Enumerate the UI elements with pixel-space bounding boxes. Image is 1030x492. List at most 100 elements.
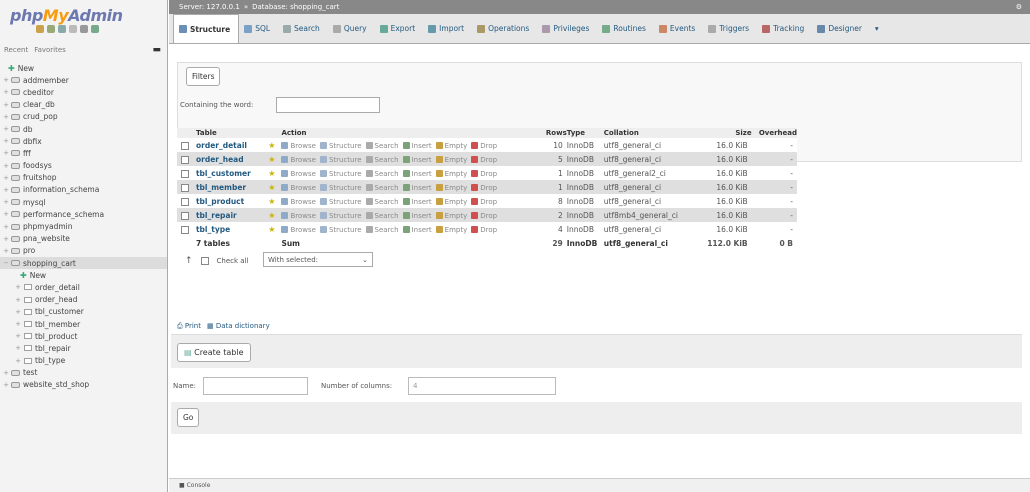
table-name-link[interactable]: order_head [195,152,269,166]
expand-icon[interactable]: + [14,283,22,291]
table-size[interactable]: 16.0 KiB [698,166,752,180]
sidebar-table-item[interactable]: + tbl_product [0,330,167,342]
row-checkbox[interactable] [181,141,189,150]
row-checkbox[interactable] [181,155,189,164]
sidebar-database-item[interactable]: + website_std_shop [0,379,167,391]
check-all-checkbox[interactable] [200,257,209,265]
sidebar-database-item[interactable]: + mysql [0,196,167,208]
sidebar-database-item[interactable]: + db [0,123,167,135]
row-checkbox[interactable] [181,183,189,192]
sidebar-database-item[interactable]: + fff [0,147,167,159]
drop-action[interactable]: Drop [471,226,501,234]
columns-input[interactable]: 4 [408,377,556,395]
search-action[interactable]: Search [365,170,403,178]
sidebar-database-item[interactable]: + crud_pop [0,111,167,123]
star-icon[interactable]: ★ [268,152,282,166]
tab-privileges[interactable]: Privileges [537,14,597,43]
sidebar-table-item[interactable]: + tbl_customer [0,306,167,318]
phpmyadmin-logo[interactable]: phpMyAdmin [0,0,167,25]
structure-action[interactable]: Structure [319,170,366,178]
expand-icon[interactable]: + [2,174,10,182]
data-dictionary-link[interactable]: ▦ Data dictionary [207,322,270,331]
expand-icon[interactable]: + [2,88,10,96]
structure-action[interactable]: Structure [319,212,366,220]
row-checkbox[interactable] [181,197,189,206]
settings-icon[interactable] [80,25,88,33]
sidebar-database-item[interactable]: + phpmyadmin [0,220,167,232]
expand-icon[interactable]: + [2,137,10,145]
empty-action[interactable]: Empty [435,156,472,164]
table-name-link[interactable]: order_detail [195,138,269,152]
table-name-link[interactable]: tbl_repair [195,208,269,222]
docs-icon[interactable] [69,25,77,33]
recent-tab[interactable]: Recent [4,46,28,54]
column-header-rows[interactable]: Rows [542,128,567,138]
database-breadcrumb[interactable]: Database: shopping_cart [252,3,339,11]
sidebar-database-item[interactable]: + addmember [0,74,167,86]
sidebar-database-item[interactable]: + fruitshop [0,172,167,184]
search-action[interactable]: Search [365,184,403,192]
drop-action[interactable]: Drop [471,198,501,206]
sidebar-database-item[interactable]: + pro [0,245,167,257]
table-size[interactable]: 16.0 KiB [698,152,752,166]
column-header-type[interactable]: Type [566,128,604,138]
expand-icon[interactable]: + [2,162,10,170]
browse-action[interactable]: Browse [281,156,320,164]
browse-action[interactable]: Browse [281,170,320,178]
tab-events[interactable]: Events [654,14,703,43]
search-action[interactable]: Search [365,226,403,234]
expand-icon[interactable]: + [2,235,10,243]
tab-operations[interactable]: Operations [472,14,537,43]
sidebar-database-item[interactable]: + cbeditor [0,86,167,98]
expand-icon[interactable]: + [2,210,10,218]
tab-search[interactable]: Search [278,14,328,43]
table-size[interactable]: 16.0 KiB [698,180,752,194]
favorites-tab[interactable]: Favorites [34,46,66,54]
column-header-size[interactable]: Size [698,128,752,138]
search-action[interactable]: Search [365,156,403,164]
browse-action[interactable]: Browse [281,198,320,206]
browse-action[interactable]: Browse [281,142,320,150]
sidebar-table-item[interactable]: + tbl_repair [0,342,167,354]
tab-triggers[interactable]: Triggers [703,14,757,43]
search-action[interactable]: Search [365,198,403,206]
sidebar-database-item[interactable]: + performance_schema [0,208,167,220]
with-selected-dropdown[interactable]: With selected: ⌄ [263,252,373,267]
table-name-link[interactable]: tbl_member [195,180,269,194]
expand-icon[interactable]: + [14,332,22,340]
column-header-overhead[interactable]: Overhead [751,128,797,138]
column-header-table[interactable]: Table [195,128,269,138]
drop-action[interactable]: Drop [471,142,501,150]
browse-action[interactable]: Browse [281,212,320,220]
insert-action[interactable]: Insert [402,184,436,192]
sidebar-item-new-database[interactable]: ✚ New [0,62,167,74]
sidebar-database-item[interactable]: + information_schema [0,184,167,196]
expand-icon[interactable]: + [14,308,22,316]
insert-action[interactable]: Insert [402,142,436,150]
sidebar-database-item[interactable]: + dbfix [0,135,167,147]
structure-action[interactable]: Structure [319,198,366,206]
table-size[interactable]: 16.0 KiB [698,208,752,222]
reload-icon[interactable] [91,25,99,33]
sidebar-database-item[interactable]: + pna_website [0,233,167,245]
expand-icon[interactable]: + [2,369,10,377]
row-checkbox[interactable] [181,211,189,220]
empty-action[interactable]: Empty [435,226,472,234]
drop-action[interactable]: Drop [471,212,501,220]
insert-action[interactable]: Insert [402,198,436,206]
print-link[interactable]: ⎙ Print [177,322,201,331]
tab-sql[interactable]: SQL [239,14,278,43]
sidebar-table-item[interactable]: + tbl_member [0,318,167,330]
expand-icon[interactable]: + [2,223,10,231]
structure-action[interactable]: Structure [319,142,366,150]
expand-icon[interactable]: + [2,149,10,157]
table-name-link[interactable]: tbl_type [195,222,269,236]
sidebar-database-item[interactable]: + clear_db [0,99,167,111]
logout-icon[interactable] [47,25,55,33]
star-icon[interactable]: ★ [268,166,282,180]
drop-action[interactable]: Drop [471,170,501,178]
search-action[interactable]: Search [365,212,403,220]
row-checkbox[interactable] [181,169,189,178]
empty-action[interactable]: Empty [435,184,472,192]
search-action[interactable]: Search [365,142,403,150]
